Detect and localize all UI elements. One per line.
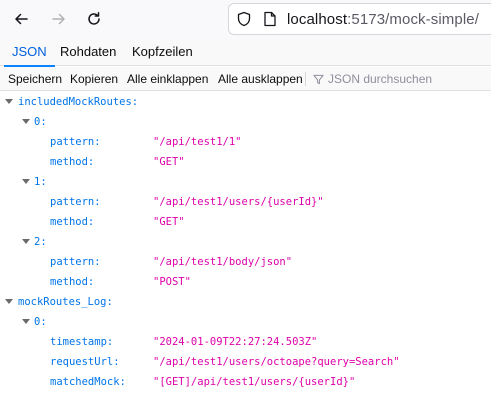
tree-row[interactable]: mockRoutes_Log: bbox=[0, 292, 491, 312]
tree-row[interactable]: timestamp: "2024-01-09T22:27:24.503Z" bbox=[0, 332, 491, 352]
tab-rohdaten[interactable]: Rohdaten bbox=[52, 38, 124, 66]
json-key: mockRoutes_Log: bbox=[18, 296, 113, 308]
json-value: "/api/test1/users/{userId}" bbox=[153, 196, 324, 208]
tree-row[interactable]: pattern: "/api/test1/users/{userId}" bbox=[0, 192, 491, 212]
json-value: "2024-01-09T22:27:24.503Z" bbox=[153, 336, 318, 348]
json-value: "/api/test1/users/octoape?query=Search" bbox=[153, 356, 400, 368]
browser-toolbar: localhost:5173/mock-simple/ bbox=[0, 0, 491, 38]
json-key: includedMockRoutes: bbox=[18, 96, 139, 108]
viewer-tabs: JSON Rohdaten Kopfzeilen bbox=[0, 38, 491, 67]
json-value: "/api/test1/body/json" bbox=[153, 256, 293, 268]
tab-kopfzeilen[interactable]: Kopfzeilen bbox=[124, 38, 201, 66]
tree-row[interactable]: 0: bbox=[0, 112, 491, 132]
json-key: pattern: bbox=[50, 256, 101, 268]
copy-button[interactable]: Kopieren bbox=[70, 67, 118, 91]
tree-row[interactable]: 0: bbox=[0, 312, 491, 332]
arrow-right-icon[interactable] bbox=[46, 6, 72, 32]
tree-row[interactable]: includedMockRoutes: bbox=[0, 92, 491, 112]
expand-toggle-icon[interactable] bbox=[22, 239, 30, 244]
tree-row[interactable]: 2: bbox=[0, 232, 491, 252]
tab-json[interactable]: JSON bbox=[4, 38, 55, 67]
json-key: method: bbox=[50, 156, 95, 168]
json-key: requestUrl: bbox=[50, 356, 120, 368]
tree-row[interactable]: method: "GET" bbox=[0, 212, 491, 232]
arrow-left-icon[interactable] bbox=[8, 6, 34, 32]
json-key: pattern: bbox=[50, 136, 101, 148]
tree-row[interactable]: 1: bbox=[0, 172, 491, 192]
url-host: localhost bbox=[287, 10, 348, 28]
expand-toggle-icon[interactable] bbox=[5, 99, 13, 104]
expand-toggle-icon[interactable] bbox=[22, 179, 30, 184]
json-toolbar: Speichern Kopieren Alle einklappen Alle … bbox=[0, 67, 491, 91]
json-value: "GET" bbox=[153, 216, 185, 228]
json-filter-input[interactable]: JSON durchsuchen bbox=[313, 67, 432, 91]
expand-toggle-icon[interactable] bbox=[5, 299, 13, 304]
tree-row[interactable]: requestUrl: "/api/test1/users/octoape?qu… bbox=[0, 352, 491, 372]
address-bar[interactable]: localhost:5173/mock-simple/ bbox=[228, 3, 491, 35]
json-key: method: bbox=[50, 276, 95, 288]
tree-row[interactable]: pattern: "/api/test1/1" bbox=[0, 132, 491, 152]
tree-row[interactable]: method: "POST" bbox=[0, 272, 491, 292]
json-value: "GET" bbox=[153, 156, 185, 168]
tree-row[interactable]: pattern: "/api/test1/body/json" bbox=[0, 252, 491, 272]
tree-row[interactable]: method: "GET" bbox=[0, 152, 491, 172]
json-filter-placeholder: JSON durchsuchen bbox=[328, 72, 433, 86]
json-index: 1: bbox=[34, 176, 47, 188]
json-index: 2: bbox=[34, 236, 47, 248]
json-key: timestamp: bbox=[50, 336, 114, 348]
expand-all-button[interactable]: Alle ausklappen bbox=[218, 67, 303, 91]
page-icon[interactable] bbox=[261, 10, 279, 28]
expand-toggle-icon[interactable] bbox=[22, 119, 30, 124]
json-index: 0: bbox=[34, 116, 47, 128]
expand-toggle-icon[interactable] bbox=[22, 319, 30, 324]
shield-icon[interactable] bbox=[235, 10, 253, 28]
save-button[interactable]: Speichern bbox=[8, 67, 62, 91]
url-text[interactable]: localhost:5173/mock-simple/ bbox=[287, 11, 479, 28]
json-key: matchedMock: bbox=[50, 376, 126, 388]
filter-icon bbox=[313, 74, 324, 84]
toolbar-divider bbox=[305, 72, 306, 86]
url-path: :5173/mock-simple/ bbox=[347, 10, 479, 28]
json-index: 0: bbox=[34, 316, 47, 328]
reload-icon[interactable] bbox=[81, 6, 107, 32]
json-value: "[GET]/api/test1/users/{userId}" bbox=[153, 376, 356, 388]
tree-row[interactable]: matchedMock: "[GET]/api/test1/users/{use… bbox=[0, 372, 491, 392]
json-key: method: bbox=[50, 216, 95, 228]
collapse-all-button[interactable]: Alle einklappen bbox=[127, 67, 208, 91]
json-value: "POST" bbox=[153, 276, 191, 288]
json-value: "/api/test1/1" bbox=[153, 136, 242, 148]
json-key: pattern: bbox=[50, 196, 101, 208]
